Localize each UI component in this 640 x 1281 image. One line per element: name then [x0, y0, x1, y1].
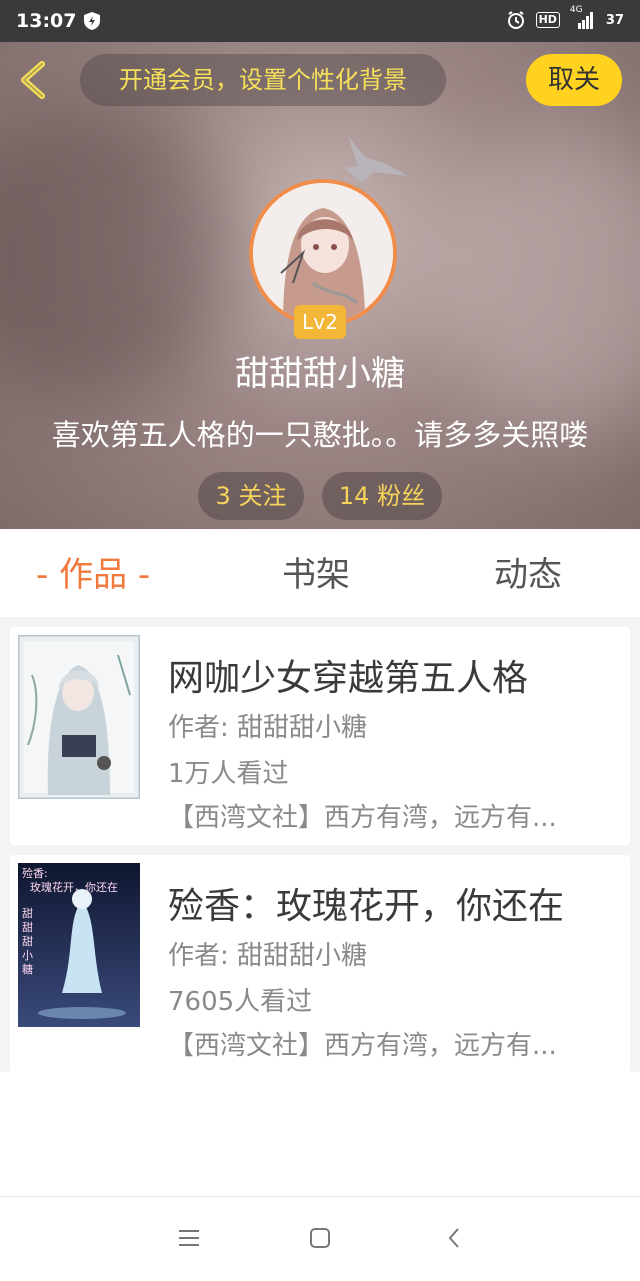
tab-activity[interactable]: 动态 — [494, 547, 562, 596]
vip-background-prompt[interactable]: 开通会员，设置个性化背景 — [80, 54, 446, 106]
book-cover-image — [18, 635, 140, 799]
work-description: 【西湾文社】西方有湾，远方有... — [168, 803, 557, 833]
back-icon[interactable] — [16, 60, 50, 100]
shield-icon — [84, 12, 100, 30]
menu-icon[interactable] — [176, 1225, 202, 1251]
followers-count[interactable]: 14 粉丝 — [322, 472, 442, 520]
work-views: 7605人看过 — [168, 987, 313, 1017]
work-title[interactable]: 殓香：玫瑰花开，你还在 — [168, 877, 564, 929]
work-card[interactable]: 网咖少女穿越第五人格 作者: 甜甜甜小糖 1万人看过 【西湾文社】西方有湾，远方… — [10, 627, 630, 845]
work-description: 【西湾文社】西方有湾，远方有... — [168, 1031, 557, 1061]
work-card[interactable]: 殓香: 玫瑰花开，你还在 甜甜甜小糖 殓香：玫瑰花开，你还在 作者: 甜甜甜小糖… — [10, 855, 630, 1073]
following-count[interactable]: 3 关注 — [198, 472, 304, 520]
cover-text-line: 殓香: — [22, 867, 48, 880]
cover-text-line: 玫瑰花开，你还在 — [30, 881, 118, 894]
username: 甜甜甜小糖 — [235, 354, 405, 394]
profile-tabs: - 作品 - 书架 动态 — [0, 529, 640, 617]
empty-area — [0, 1072, 640, 1196]
status-bar: 13:07 HD 4G 37 — [0, 0, 640, 42]
work-author: 作者: 甜甜甜小糖 — [168, 941, 368, 971]
signal-icon: 4G — [570, 5, 596, 29]
cover-text-line: 甜甜甜小糖 — [22, 907, 33, 976]
avatar-image — [253, 183, 393, 323]
status-time: 13:07 — [16, 10, 77, 32]
profile-header: 开通会员，设置个性化背景 取关 Lv2 甜甜甜小糖 喜欢第五人格的一只憨批。。请… — [0, 42, 640, 529]
navigation-bar — [0, 1196, 640, 1281]
user-bio: 喜欢第五人格的一只憨批。。请多多关照喽 — [51, 418, 589, 452]
home-icon[interactable] — [307, 1225, 333, 1251]
work-author: 作者: 甜甜甜小糖 — [168, 713, 368, 743]
unfollow-button[interactable]: 取关 — [526, 54, 622, 106]
tab-works[interactable]: - 作品 - — [36, 547, 150, 596]
level-badge: Lv2 — [294, 305, 346, 339]
cover-text: 殓香: 玫瑰花开，你还在 甜甜甜小糖 — [22, 867, 132, 977]
network-type: 4G — [569, 5, 583, 15]
work-views: 1万人看过 — [168, 759, 289, 789]
nav-back-icon[interactable] — [442, 1225, 468, 1251]
work-title[interactable]: 网咖少女穿越第五人格 — [168, 649, 528, 701]
battery-level: 37 — [605, 12, 624, 28]
hd-badge: HD — [535, 12, 560, 28]
alarm-icon — [507, 11, 524, 29]
tab-bookshelf[interactable]: 书架 — [282, 547, 350, 596]
